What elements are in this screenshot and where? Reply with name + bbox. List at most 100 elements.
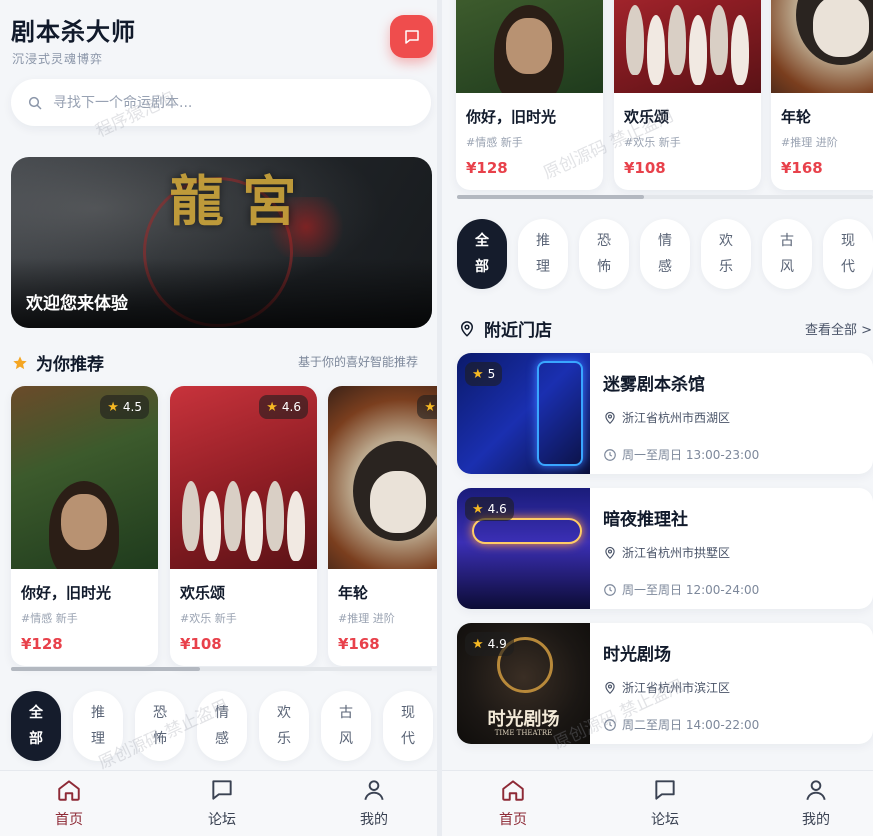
message-button[interactable] — [390, 15, 433, 58]
category-chip-label: 现代 — [401, 705, 415, 747]
category-chip[interactable]: 现代 — [383, 691, 433, 761]
category-chip-label: 全部 — [29, 705, 43, 747]
recommend-scrollbar[interactable] — [11, 667, 432, 671]
category-chip[interactable]: 情感 — [197, 691, 247, 761]
store-logo-subtext: TIME THEATRE — [494, 729, 553, 737]
view-all-link[interactable]: 查看全部 > — [805, 319, 872, 338]
script-price: ¥128 — [21, 635, 63, 653]
script-card[interactable]: 年轮 #推理 进阶 ¥168 — [771, 0, 873, 190]
category-chip[interactable]: 全部 — [457, 219, 507, 289]
welcome-banner[interactable]: 龍 宮 欢迎您来体验 — [11, 157, 432, 328]
script-card[interactable]: ★4.8 年轮 #推理 进阶 ¥168 — [328, 386, 437, 666]
category-chip[interactable]: 欢乐 — [701, 219, 751, 289]
nearby-heading: 附近门店 — [458, 316, 552, 341]
category-chip[interactable]: 推理 — [518, 219, 568, 289]
tab-home-label: 首页 — [55, 812, 83, 828]
forum-icon — [212, 780, 232, 800]
script-card[interactable]: 你好，旧时光 #情感 新手 ¥128 — [456, 0, 603, 190]
cover-figure — [182, 481, 200, 551]
search-bar[interactable] — [11, 79, 431, 126]
category-chip-label: 全部 — [475, 233, 489, 275]
store-hours: 周一至周日 13:00-23:00 — [603, 446, 759, 463]
cover-figure — [203, 491, 221, 561]
tab-profile[interactable]: 我的 — [339, 777, 409, 833]
script-name: 年轮 — [781, 108, 812, 126]
store-logo-text: 时光剧场 — [487, 709, 560, 730]
category-chip[interactable]: 欢乐 — [259, 691, 309, 761]
recommend-scroll-thumb[interactable] — [457, 195, 645, 199]
tab-profile[interactable]: 我的 — [781, 777, 851, 833]
script-cover-image — [771, 0, 873, 93]
star-icon: ★ — [107, 399, 119, 415]
cover-face — [506, 18, 552, 74]
category-chip[interactable]: 全部 — [11, 691, 61, 761]
store-card[interactable]: ★ 4.6 暗夜推理社 浙江省杭州市拱墅区 周一至周日 12:00-24:00 — [457, 488, 873, 609]
store-thumbnail: 时光剧场 TIME THEATRE ★ 4.9 — [457, 623, 590, 744]
store-address-text: 浙江省杭州市拱墅区 — [622, 546, 731, 560]
category-chip-label: 现代 — [841, 233, 855, 275]
rating-value: 4.6 — [281, 400, 301, 414]
store-address: 浙江省杭州市拱墅区 — [603, 544, 730, 561]
search-input[interactable] — [53, 94, 393, 111]
star-icon: ★ — [424, 399, 436, 415]
category-chip-label: 推理 — [536, 233, 550, 275]
clock-icon — [604, 583, 616, 596]
app-title: 剧本杀大师 — [11, 18, 136, 46]
store-address-text: 浙江省杭州市西湖区 — [622, 411, 731, 425]
script-tags: #欢乐 新手 — [180, 612, 237, 625]
store-rating-badge: ★ 5 — [465, 362, 503, 386]
tab-forum[interactable]: 论坛 — [187, 777, 257, 833]
star-icon: ★ — [472, 366, 484, 382]
store-rating-value: 4.9 — [487, 637, 507, 651]
category-chip[interactable]: 古风 — [321, 691, 371, 761]
cover-figure — [626, 5, 644, 75]
star-icon — [13, 355, 27, 369]
store-hours-text: 周一至周日 12:00-24:00 — [622, 583, 760, 597]
star-icon: ★ — [266, 399, 278, 415]
script-cover-image — [456, 0, 603, 93]
rating-badge: ★ 4.5 — [100, 395, 149, 419]
store-card[interactable]: ★ 5 迷雾剧本杀馆 浙江省杭州市西湖区 周一至周日 13:00-23:00 — [457, 353, 873, 474]
store-hours-text: 周一至周日 13:00-23:00 — [622, 448, 760, 462]
tab-home[interactable]: 首页 — [478, 777, 548, 833]
store-rating-badge: ★ 4.9 — [465, 632, 514, 656]
store-thumbnail: ★ 5 — [457, 353, 590, 474]
category-chip[interactable]: 恐怖 — [135, 691, 185, 761]
tab-home[interactable]: 首页 — [34, 777, 104, 833]
category-chip[interactable]: 古风 — [762, 219, 812, 289]
category-chip-label: 古风 — [339, 705, 353, 747]
store-card[interactable]: 时光剧场 TIME THEATRE ★ 4.9 时光剧场 浙江省杭州市滨江区 周二至周日 1… — [457, 623, 873, 744]
location-pin-icon — [460, 320, 474, 337]
star-icon: ★ — [472, 636, 484, 652]
message-icon — [404, 29, 419, 44]
category-chip[interactable]: 恐怖 — [579, 219, 629, 289]
cover-figure — [266, 481, 284, 551]
cover-figure — [710, 5, 728, 75]
profile-icon — [364, 780, 384, 801]
profile-icon — [806, 780, 826, 801]
script-card[interactable]: 欢乐颂 #欢乐 新手 ¥108 — [614, 0, 761, 190]
category-chip-label: 推理 — [91, 705, 105, 747]
script-tags: #推理 进阶 — [781, 136, 838, 149]
recommend-scrollbar-scrolled[interactable] — [457, 195, 873, 199]
category-chip[interactable]: 现代 — [823, 219, 873, 289]
recommend-scroll-thumb[interactable] — [11, 667, 201, 671]
category-chip[interactable]: 推理 — [73, 691, 123, 761]
script-cover-image — [614, 0, 761, 93]
home-screen-top: 剧本杀大师 沉浸式灵魂博弈 龍 宮 欢迎您来体验 为你推荐 基于你的喜好智能推荐… — [0, 0, 437, 836]
tab-forum[interactable]: 论坛 — [630, 777, 700, 833]
store-rating-value: 4.6 — [487, 502, 507, 516]
app-subtitle: 沉浸式灵魂博弈 — [12, 52, 104, 66]
clock-icon — [604, 448, 616, 461]
script-price: ¥128 — [466, 159, 508, 177]
clock-icon — [604, 718, 616, 731]
cover-figure — [689, 15, 707, 85]
category-chip-label: 古风 — [780, 233, 794, 275]
script-card[interactable]: ★ 4.6 欢乐颂 #欢乐 新手 ¥108 — [170, 386, 317, 666]
category-chip-label: 恐怖 — [153, 705, 167, 747]
script-tags: #情感 新手 — [21, 612, 78, 625]
script-tags: #欢乐 新手 — [624, 136, 681, 149]
category-chip[interactable]: 情感 — [640, 219, 690, 289]
script-card[interactable]: ★ 4.5 你好，旧时光 #情感 新手 ¥128 — [11, 386, 158, 666]
tab-profile-label: 我的 — [802, 812, 830, 828]
